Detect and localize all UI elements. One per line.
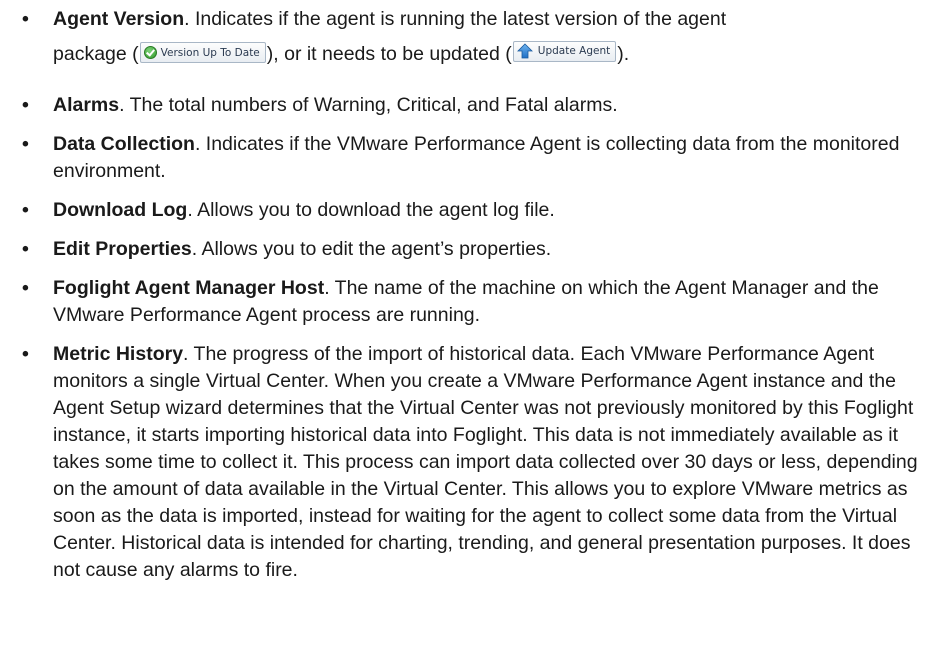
item-text: Download Log. Allows you to download the… <box>53 197 938 224</box>
bullet: • <box>22 8 29 30</box>
item-description: . Allows you to download the agent log f… <box>187 199 555 221</box>
button-label: Version Up To Date <box>160 46 260 59</box>
text-fragment: package ( <box>53 43 139 65</box>
bullet: • <box>22 133 29 155</box>
text-fragment: ), or it needs to be updated ( <box>266 43 512 65</box>
term-data-collection: Data Collection <box>53 133 195 155</box>
item-description: . The progress of the import of historic… <box>53 343 918 581</box>
item-description: . Indicates if the agent is running the … <box>184 8 727 30</box>
green-check-icon <box>143 46 157 59</box>
item-description-line2: package ( Version Up To Date ), or it need… <box>53 39 938 69</box>
term-alarms: Alarms <box>53 94 120 116</box>
term-foglight-agent-manager-host: Foglight Agent Manager Host <box>53 277 325 299</box>
item-text: Alarms. The total numbers of Warning, Cr… <box>53 92 938 119</box>
item-text: Data Collection. Indicates if the VMware… <box>53 131 938 185</box>
update-agent-button: Update Agent <box>512 40 617 62</box>
bullet: • <box>22 277 29 299</box>
item-text: Edit Properties. Allows you to edit the … <box>53 236 938 263</box>
item-text: Agent Version. Indicates if the agent is… <box>53 6 938 69</box>
item-description: . Allows you to edit the agent’s propert… <box>191 238 552 260</box>
term-download-log: Download Log <box>53 199 188 221</box>
bullet: • <box>22 199 29 221</box>
bullet: • <box>22 94 29 116</box>
item-text: Foglight Agent Manager Host. The name of… <box>53 275 938 329</box>
bullet: • <box>22 238 29 260</box>
text-fragment: ). <box>617 43 630 65</box>
term-edit-properties: Edit Properties <box>53 238 192 260</box>
item-text: Metric History. The progress of the impo… <box>53 341 938 584</box>
version-up-to-date-button: Version Up To Date <box>139 42 266 63</box>
blue-up-arrow-icon <box>516 43 533 59</box>
item-description: . The total numbers of Warning, Critical… <box>119 94 618 116</box>
term-agent-version: Agent Version <box>53 8 185 30</box>
term-metric-history: Metric History <box>53 343 184 365</box>
bullet: • <box>22 343 29 365</box>
button-label: Update Agent <box>537 45 611 57</box>
